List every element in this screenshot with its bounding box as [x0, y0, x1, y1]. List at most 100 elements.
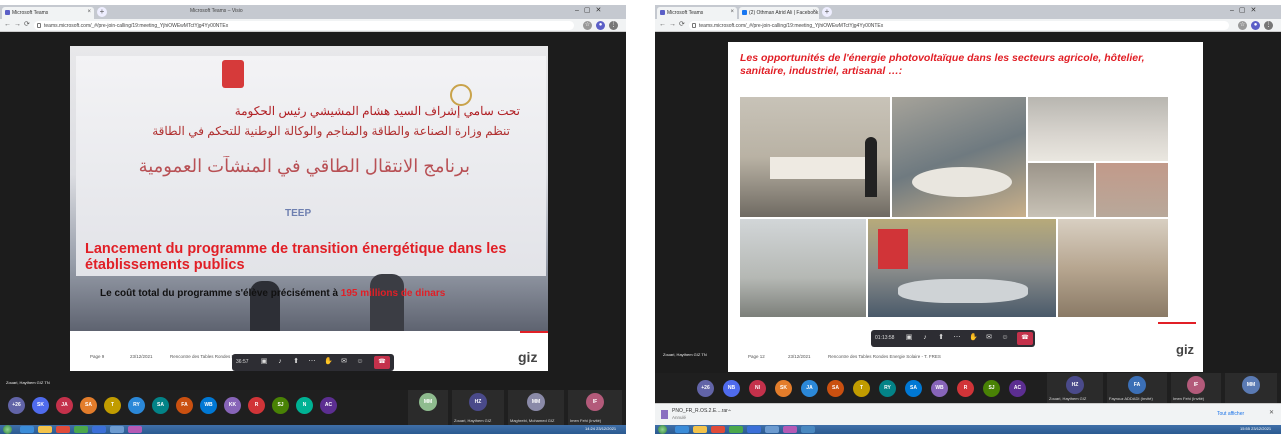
camera-icon[interactable]: ▣	[905, 334, 913, 342]
participant-avatar[interactable]: R	[957, 380, 974, 397]
windows-taskbar: 14:24 23/12/2021	[0, 425, 626, 434]
participant-avatar[interactable]: SJ	[983, 380, 1000, 397]
window-controls[interactable]: –▢✕	[575, 6, 606, 14]
word-icon[interactable]	[92, 426, 106, 433]
participant-avatar[interactable]: N	[296, 397, 313, 414]
close-icon[interactable]: ✕	[1269, 409, 1274, 416]
participant-avatar[interactable]: SA	[152, 397, 169, 414]
start-button-icon[interactable]	[658, 425, 667, 434]
participant-avatar[interactable]: JA	[56, 397, 73, 414]
participant-tile[interactable]: MM	[1225, 373, 1277, 403]
new-tab-button[interactable]: +	[97, 7, 107, 17]
participant-avatar[interactable]: SA	[827, 380, 844, 397]
more-icon[interactable]: ⋯	[308, 358, 316, 366]
menu-icon[interactable]: ⋮	[1264, 21, 1273, 30]
participant-tile[interactable]: IF Imen Fehi (Invité)	[568, 390, 622, 425]
participant-avatar[interactable]: T	[104, 397, 121, 414]
app-icon[interactable]	[801, 426, 815, 433]
participant-avatar[interactable]: +26	[697, 380, 714, 397]
nav-buttons[interactable]: ←→⟳	[4, 20, 33, 28]
participant-avatar[interactable]: SK	[775, 380, 792, 397]
participant-tile[interactable]: FA Fayrouz ADDADI (Invité)	[1107, 373, 1167, 403]
camera-icon[interactable]: ▣	[260, 358, 268, 366]
participants-icon[interactable]: ☺	[1001, 334, 1009, 342]
participant-avatar[interactable]: T	[853, 380, 870, 397]
app-icon[interactable]	[110, 426, 124, 433]
raise-hand-icon[interactable]: ✋	[324, 358, 333, 366]
participant-avatar[interactable]: SA	[80, 397, 97, 414]
participant-tile[interactable]: IF Imen Fehi (Invité)	[1171, 373, 1221, 403]
share-icon[interactable]: ⬆	[937, 334, 945, 342]
close-icon[interactable]: ×	[730, 9, 734, 15]
ie-icon[interactable]	[20, 426, 34, 433]
hang-up-button[interactable]: ☎	[374, 356, 390, 369]
tray-clock[interactable]: 15:55 23/12/2021	[1240, 426, 1271, 431]
chrome-icon[interactable]	[74, 426, 88, 433]
browser-tab[interactable]: (2) Othman Atrid Ali | Facebook ×	[739, 7, 819, 19]
participant-avatar[interactable]: R	[248, 397, 265, 414]
url-field[interactable]: teams.microsoft.com/_#/pre-join-calling/…	[689, 21, 1229, 30]
folder-icon[interactable]	[38, 426, 52, 433]
participant-avatar[interactable]: AC	[320, 397, 337, 414]
nav-buttons[interactable]: ←→⟳	[659, 20, 688, 28]
media-icon[interactable]	[56, 426, 70, 433]
window-controls[interactable]: –▢✕	[1230, 6, 1261, 14]
new-tab-button[interactable]: +	[822, 7, 832, 17]
participant-avatar[interactable]: +26	[8, 397, 25, 414]
participant-tile[interactable]: HZ Zouari, Haythem GIZ	[452, 390, 504, 425]
download-filename[interactable]: PNO_FR_R.OS.2.E....rar	[672, 408, 728, 414]
media-icon[interactable]	[711, 426, 725, 433]
participant-avatar[interactable]: AC	[1009, 380, 1026, 397]
mic-icon[interactable]: ♪	[921, 334, 929, 342]
share-icon[interactable]: ⬆	[292, 358, 300, 366]
browser-tab[interactable]: Microsoft Teams ×	[657, 7, 737, 19]
participants-icon[interactable]: ☺	[356, 358, 364, 366]
raise-hand-icon[interactable]: ✋	[969, 334, 978, 342]
close-icon[interactable]: ×	[812, 9, 816, 15]
close-icon[interactable]: ×	[87, 9, 91, 15]
participant-avatar[interactable]: NB	[723, 380, 740, 397]
app-icon[interactable]	[128, 426, 142, 433]
menu-icon[interactable]: ⋮	[609, 21, 618, 30]
start-button-icon[interactable]	[3, 425, 12, 434]
word-icon[interactable]	[747, 426, 761, 433]
extension-icon[interactable]: ☆	[1238, 21, 1247, 30]
tray-clock[interactable]: 14:24 23/12/2021	[585, 426, 616, 431]
hang-up-button[interactable]: ☎	[1017, 332, 1033, 345]
round-table	[912, 167, 1012, 197]
app-icon[interactable]	[783, 426, 797, 433]
show-all-link[interactable]: Tout afficher	[1217, 411, 1244, 417]
mic-icon[interactable]: ♪	[276, 358, 284, 366]
participant-avatar[interactable]: RY	[879, 380, 896, 397]
teams-icon	[5, 10, 10, 15]
participant-tile[interactable]: MM Maghrebi, Mohamed GIZ	[508, 390, 564, 425]
extension-icon[interactable]: ☆	[583, 21, 592, 30]
chat-icon[interactable]: ✉	[340, 358, 348, 366]
chat-icon[interactable]: ✉	[985, 334, 993, 342]
chevron-up-icon[interactable]: ⌃	[727, 409, 732, 416]
participant-avatar[interactable]: FA	[176, 397, 193, 414]
app-icon[interactable]	[765, 426, 779, 433]
url-field[interactable]: teams.microsoft.com/_#/pre-join-calling/…	[34, 21, 574, 30]
chrome-icon[interactable]	[729, 426, 743, 433]
participant-avatar[interactable]: NI	[749, 380, 766, 397]
browser-tab[interactable]: Microsoft Teams ×	[2, 7, 94, 19]
event-photo	[868, 219, 1056, 317]
participant-avatar[interactable]: RY	[128, 397, 145, 414]
participant-avatar[interactable]: WB	[931, 380, 948, 397]
profile-avatar[interactable]: ●	[596, 21, 605, 30]
participant-avatar[interactable]: SJ	[272, 397, 289, 414]
more-icon[interactable]: ⋯	[953, 334, 961, 342]
participant-avatar[interactable]: SK	[32, 397, 49, 414]
ie-icon[interactable]	[675, 426, 689, 433]
profile-avatar[interactable]: ●	[1251, 21, 1260, 30]
windows-taskbar: 15:55 23/12/2021	[655, 425, 1281, 434]
participant-avatar[interactable]: WB	[200, 397, 217, 414]
folder-icon[interactable]	[693, 426, 707, 433]
participant-avatar[interactable]: SA	[905, 380, 922, 397]
participant-avatar[interactable]: JA	[801, 380, 818, 397]
participant-tile[interactable]: MM	[408, 390, 448, 425]
participant-avatar[interactable]: KK	[224, 397, 241, 414]
lock-icon	[37, 23, 41, 28]
participant-tile[interactable]: HZ Zouari, Haythem GIZ	[1047, 373, 1103, 403]
